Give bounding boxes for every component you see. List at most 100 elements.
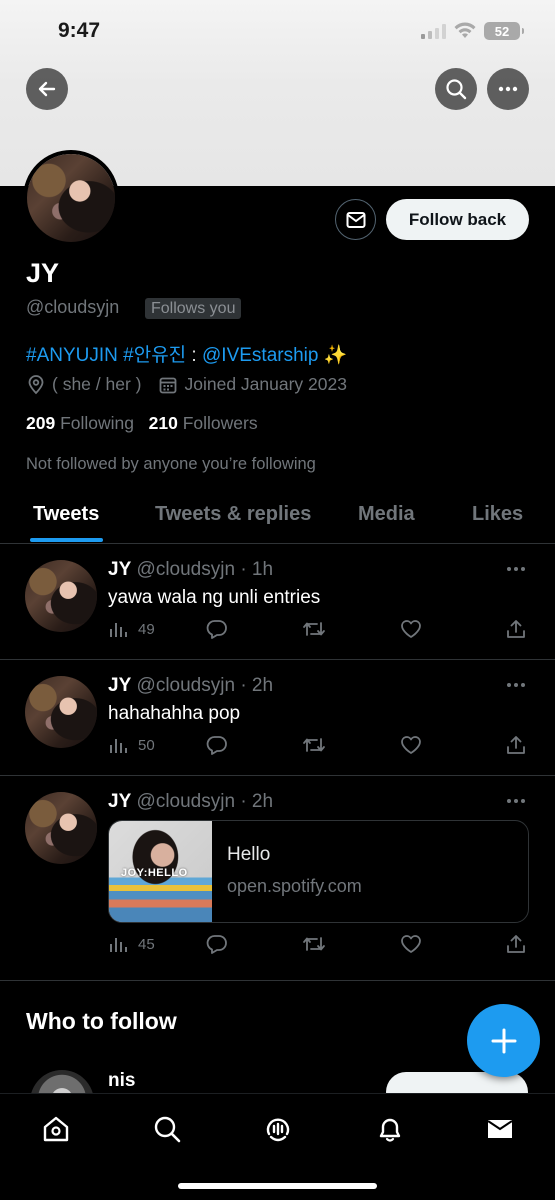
followers-link[interactable]: 210 Followers bbox=[149, 413, 258, 433]
tweet-avatar[interactable] bbox=[25, 676, 97, 748]
retweet-icon bbox=[303, 622, 325, 636]
battery-indicator: 52 bbox=[484, 22, 524, 40]
nav-spaces[interactable] bbox=[263, 1114, 293, 1144]
retweet-button[interactable] bbox=[302, 735, 326, 755]
follow-back-button[interactable]: Follow back bbox=[386, 199, 529, 240]
thumbnail-title: JOY:HELLO bbox=[121, 867, 188, 879]
search-button[interactable] bbox=[435, 68, 477, 110]
retweet-button[interactable] bbox=[302, 619, 326, 639]
tab-media[interactable]: Media bbox=[358, 503, 415, 526]
location-pin-icon bbox=[28, 374, 44, 394]
hashtag-link[interactable]: #안유진 bbox=[123, 345, 186, 366]
share-icon bbox=[507, 620, 525, 638]
tab-tweets-replies[interactable]: Tweets & replies bbox=[155, 503, 311, 526]
tweet-author-handle: @cloudsyjn bbox=[136, 791, 236, 812]
tweet-header: JY @cloudsyjn · 2h bbox=[108, 791, 273, 813]
reply-icon bbox=[206, 736, 227, 755]
like-button[interactable] bbox=[400, 619, 422, 639]
tab-likes[interactable]: Likes bbox=[472, 503, 523, 526]
battery-level: 52 bbox=[494, 23, 510, 39]
signal-icon bbox=[421, 24, 446, 39]
analytics-icon bbox=[110, 938, 127, 952]
tweet-text: yawa wala ng unli entries bbox=[108, 587, 321, 608]
heart-icon bbox=[401, 620, 421, 638]
status-time: 9:47 bbox=[58, 19, 101, 42]
nav-messages[interactable] bbox=[485, 1114, 515, 1144]
profile-location: ( she / her ) bbox=[52, 374, 142, 394]
tweet[interactable]: JY @cloudsyjn · 1h yawa wala ng unli ent… bbox=[0, 544, 555, 660]
followers-label: Followers bbox=[182, 413, 258, 433]
tweet-avatar[interactable] bbox=[25, 792, 97, 864]
retweet-icon bbox=[303, 937, 325, 951]
link-preview-card[interactable]: JOY:HELLO Hello open.spotify.com bbox=[108, 820, 529, 923]
search-icon bbox=[446, 79, 467, 100]
tweet-time: · 2h bbox=[240, 791, 274, 812]
share-button[interactable] bbox=[506, 735, 526, 755]
link-domain: open.spotify.com bbox=[227, 876, 362, 896]
views-button[interactable]: 50 bbox=[108, 735, 155, 755]
more-horizontal-icon[interactable] bbox=[506, 798, 526, 804]
messages-icon bbox=[487, 1120, 513, 1138]
views-button[interactable]: 45 bbox=[108, 934, 155, 954]
tweet[interactable]: JY @cloudsyjn · 2h JOY:HELLO Hello open.… bbox=[0, 776, 555, 980]
tweet[interactable]: JY @cloudsyjn · 2h hahahahha pop 50 bbox=[0, 660, 555, 776]
profile-bio: #ANYUJIN #안유진 : @IVEstarship ✨ bbox=[26, 340, 347, 367]
wifi-icon bbox=[454, 22, 476, 38]
tweet-actions: 49 bbox=[108, 619, 528, 643]
more-options-button[interactable] bbox=[487, 68, 529, 110]
profile-avatar[interactable] bbox=[23, 150, 119, 246]
profile-joined: Joined January 2023 bbox=[184, 374, 347, 394]
follow-counts: 209 Following 210 Followers bbox=[26, 413, 258, 434]
views-button[interactable]: 49 bbox=[108, 619, 155, 639]
tweet-time: · 1h bbox=[240, 559, 274, 580]
home-indicator bbox=[178, 1183, 377, 1189]
calendar-icon bbox=[160, 377, 177, 393]
like-button[interactable] bbox=[400, 934, 422, 954]
follows-you-badge: Follows you bbox=[145, 298, 242, 319]
hashtag-link[interactable]: #ANYUJIN bbox=[26, 345, 118, 366]
profile-tabs: Tweets Tweets & replies Media Likes bbox=[0, 490, 555, 544]
tweet-actions: 50 bbox=[108, 735, 528, 759]
mention-link[interactable]: @IVEstarship bbox=[202, 345, 318, 366]
link-thumbnail: JOY:HELLO bbox=[109, 821, 212, 922]
more-horizontal-icon bbox=[498, 86, 518, 92]
tweet-avatar[interactable] bbox=[25, 560, 97, 632]
more-horizontal-icon[interactable] bbox=[506, 682, 526, 688]
bell-icon bbox=[379, 1118, 401, 1142]
following-count: 209 bbox=[26, 413, 56, 433]
heart-icon bbox=[401, 736, 421, 754]
profile-meta: ( she / her ) Joined January 2023 bbox=[26, 374, 347, 395]
back-button[interactable] bbox=[26, 68, 68, 110]
retweet-button[interactable] bbox=[302, 934, 326, 954]
heart-icon bbox=[401, 935, 421, 953]
profile-name: JY bbox=[26, 258, 60, 288]
analytics-icon bbox=[110, 739, 127, 753]
share-icon bbox=[507, 935, 525, 953]
reply-button[interactable] bbox=[206, 735, 228, 755]
message-button[interactable] bbox=[335, 199, 376, 240]
plus-icon bbox=[491, 1028, 516, 1053]
tweet-header: JY @cloudsyjn · 1h bbox=[108, 559, 273, 581]
following-link[interactable]: 209 Following bbox=[26, 413, 134, 433]
like-button[interactable] bbox=[400, 735, 422, 755]
more-horizontal-icon[interactable] bbox=[506, 566, 526, 572]
status-bar: 9:47 52 bbox=[0, 0, 555, 64]
tweet-author-name: JY bbox=[108, 675, 132, 696]
search-icon bbox=[154, 1116, 181, 1143]
share-button[interactable] bbox=[506, 934, 526, 954]
share-button[interactable] bbox=[506, 619, 526, 639]
nav-notifications[interactable] bbox=[375, 1114, 405, 1144]
home-icon bbox=[43, 1116, 69, 1142]
nav-home[interactable] bbox=[41, 1114, 71, 1144]
suggested-user-name[interactable]: nis bbox=[108, 1070, 135, 1092]
nav-search[interactable] bbox=[152, 1114, 182, 1144]
reply-button[interactable] bbox=[206, 619, 228, 639]
compose-tweet-button[interactable] bbox=[467, 1004, 540, 1077]
tweet-author-handle: @cloudsyjn bbox=[136, 559, 236, 580]
envelope-icon bbox=[346, 211, 365, 228]
tab-tweets[interactable]: Tweets bbox=[33, 503, 99, 526]
reply-button[interactable] bbox=[206, 934, 228, 954]
mutual-followers-note: Not followed by anyone you’re following bbox=[26, 455, 316, 473]
reply-icon bbox=[206, 620, 227, 639]
tweet-author-handle: @cloudsyjn bbox=[136, 675, 236, 696]
